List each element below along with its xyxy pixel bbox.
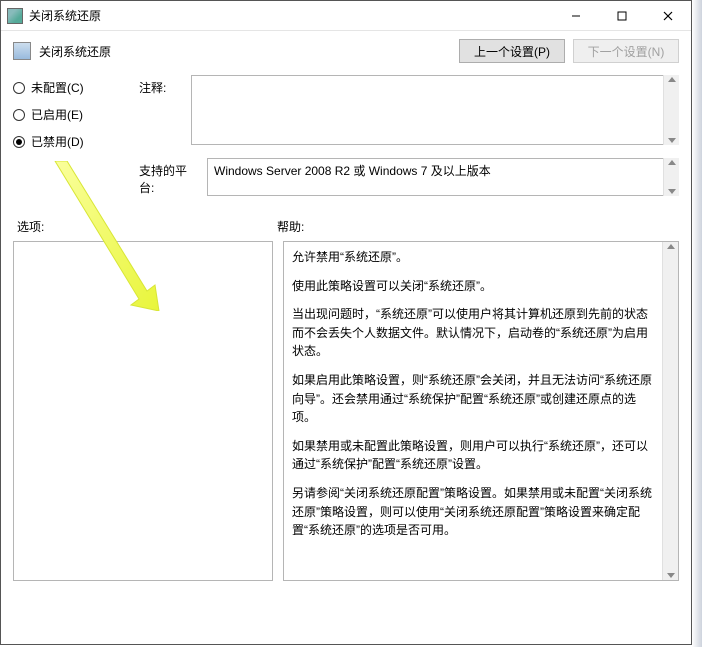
supported-on-value: Windows Server 2008 R2 或 Windows 7 及以上版本 <box>214 164 491 178</box>
radio-disabled[interactable]: 已禁用(D) <box>13 133 133 150</box>
radio-label: 已禁用(D) <box>31 133 84 150</box>
scrollbar[interactable] <box>662 242 678 580</box>
next-setting-button: 下一个设置(N) <box>573 39 679 63</box>
radio-enabled[interactable]: 已启用(E) <box>13 106 133 123</box>
help-paragraph: 另请参阅“关闭系统还原配置”策略设置。如果禁用或未配置“关闭系统还原”策略设置，… <box>292 484 658 540</box>
scrollbar[interactable] <box>663 75 679 145</box>
window-title: 关闭系统还原 <box>29 7 101 24</box>
radio-label: 已启用(E) <box>31 106 83 123</box>
radio-not-configured[interactable]: 未配置(C) <box>13 79 133 96</box>
options-label: 选项: <box>17 218 277 235</box>
help-paragraph: 如果启用此策略设置，则“系统还原”会关闭，并且无法访问“系统还原向导”。还会禁用… <box>292 371 658 427</box>
window-icon <box>7 8 23 24</box>
policy-header: 关闭系统还原 <box>13 42 111 60</box>
supported-on-box: Windows Server 2008 R2 或 Windows 7 及以上版本 <box>207 158 679 196</box>
comment-textarea[interactable] <box>191 75 679 145</box>
help-paragraph: 允许禁用“系统还原”。 <box>292 248 658 267</box>
previous-setting-button[interactable]: 上一个设置(P) <box>459 39 565 63</box>
radio-icon <box>13 109 25 121</box>
supported-on-label: 支持的平台: <box>139 158 201 196</box>
comment-label: 注释: <box>139 75 185 96</box>
help-box: 允许禁用“系统还原”。 使用此策略设置可以关闭“系统还原”。 当出现问题时，“系… <box>283 241 679 581</box>
help-paragraph: 如果禁用或未配置此策略设置，则用户可以执行“系统还原”，还可以通过“系统保护”配… <box>292 437 658 474</box>
close-button[interactable] <box>645 1 691 31</box>
help-paragraph: 使用此策略设置可以关闭“系统还原”。 <box>292 277 658 296</box>
titlebar: 关闭系统还原 <box>1 1 691 31</box>
radio-icon <box>13 82 25 94</box>
radio-label: 未配置(C) <box>31 79 84 96</box>
scrollbar[interactable] <box>663 158 679 196</box>
policy-icon <box>13 42 31 60</box>
maximize-button[interactable] <box>599 1 645 31</box>
policy-title: 关闭系统还原 <box>39 43 111 60</box>
minimize-button[interactable] <box>553 1 599 31</box>
help-paragraph: 当出现问题时，“系统还原”可以使用户将其计算机还原到先前的状态而不会丢失个人数据… <box>292 305 658 361</box>
edge-shadow <box>692 0 702 647</box>
help-label: 帮助: <box>277 218 675 235</box>
options-box <box>13 241 273 581</box>
radio-icon <box>13 136 25 148</box>
